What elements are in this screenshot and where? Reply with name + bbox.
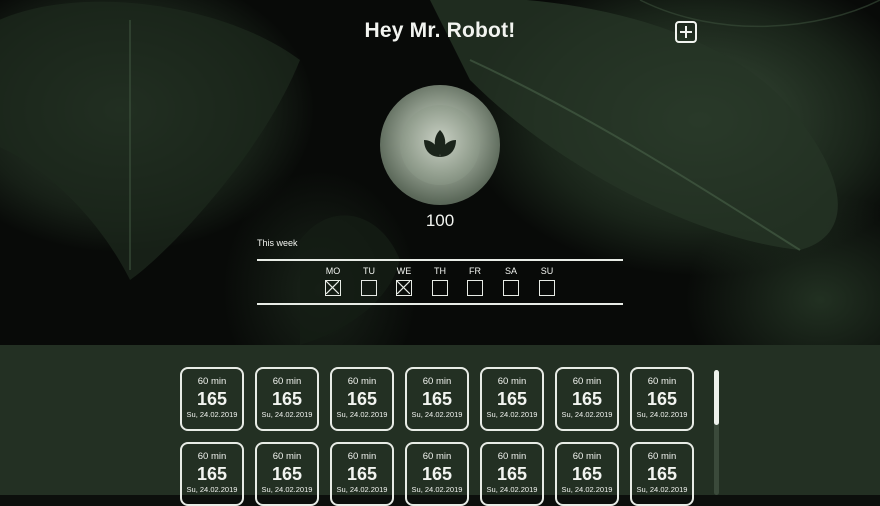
cross-icon	[326, 281, 339, 294]
session-card[interactable]: 60 min 165 Su, 24.02.2019	[180, 442, 244, 506]
day-checkbox-th[interactable]	[432, 280, 448, 296]
session-value: 165	[271, 464, 303, 484]
session-date: Su, 24.02.2019	[411, 410, 463, 419]
session-date: Su, 24.02.2019	[261, 485, 313, 494]
page-title: Hey Mr. Robot!	[364, 19, 516, 42]
session-value: 165	[346, 464, 378, 484]
plus-icon	[680, 26, 692, 38]
day-checkbox-su[interactable]	[539, 280, 555, 296]
session-card[interactable]: 60 min 165 Su, 24.02.2019	[630, 442, 694, 506]
day-label: FR	[469, 266, 481, 276]
session-duration: 60 min	[497, 451, 527, 462]
session-date: Su, 24.02.2019	[561, 485, 613, 494]
session-value: 165	[496, 389, 528, 409]
day-checkbox-tu[interactable]	[361, 280, 377, 296]
session-date: Su, 24.02.2019	[261, 410, 313, 419]
session-duration: 60 min	[347, 376, 377, 387]
day-label: MO	[325, 266, 341, 276]
day-checkbox-mo[interactable]	[325, 280, 341, 296]
session-card[interactable]: 60 min 165 Su, 24.02.2019	[555, 367, 619, 431]
session-card[interactable]: 60 min 165 Su, 24.02.2019	[330, 367, 394, 431]
session-duration: 60 min	[572, 376, 602, 387]
session-date: Su, 24.02.2019	[336, 485, 388, 494]
day-we: WE	[394, 266, 414, 296]
add-button[interactable]	[675, 21, 697, 43]
day-label: SA	[504, 266, 517, 276]
session-card[interactable]: 60 min 165 Su, 24.02.2019	[405, 442, 469, 506]
session-value: 165	[196, 389, 228, 409]
day-sa: SA	[501, 266, 521, 296]
day-label: SU	[540, 266, 554, 276]
week-tracker: MO TU WE TH FR SA SU	[257, 259, 623, 305]
session-value: 165	[271, 389, 303, 409]
day-label: WE	[396, 266, 412, 276]
day-mo: MO	[323, 266, 343, 296]
session-card[interactable]: 60 min 165 Su, 24.02.2019	[630, 367, 694, 431]
session-duration: 60 min	[272, 451, 302, 462]
session-date: Su, 24.02.2019	[561, 410, 613, 419]
hero-section: Hey Mr. Robot! 100 This week MO TU WE TH…	[0, 0, 880, 345]
session-date: Su, 24.02.2019	[636, 410, 688, 419]
week-label: This week	[257, 238, 298, 248]
session-duration: 60 min	[197, 376, 227, 387]
day-checkbox-sa[interactable]	[503, 280, 519, 296]
session-date: Su, 24.02.2019	[336, 410, 388, 419]
session-value: 165	[646, 464, 678, 484]
scrollbar-thumb[interactable]	[714, 370, 719, 425]
session-value: 165	[346, 389, 378, 409]
day-checkbox-fr[interactable]	[467, 280, 483, 296]
day-th: TH	[430, 266, 450, 296]
session-card[interactable]: 60 min 165 Su, 24.02.2019	[255, 442, 319, 506]
session-card[interactable]: 60 min 165 Su, 24.02.2019	[405, 367, 469, 431]
session-card[interactable]: 60 min 165 Su, 24.02.2019	[180, 367, 244, 431]
session-duration: 60 min	[497, 376, 527, 387]
session-card[interactable]: 60 min 165 Su, 24.02.2019	[480, 442, 544, 506]
session-value: 165	[196, 464, 228, 484]
session-duration: 60 min	[572, 451, 602, 462]
day-checkbox-we[interactable]	[396, 280, 412, 296]
session-value: 165	[421, 389, 453, 409]
session-duration: 60 min	[647, 376, 677, 387]
session-card[interactable]: 60 min 165 Su, 24.02.2019	[480, 367, 544, 431]
session-value: 165	[571, 389, 603, 409]
session-value: 165	[646, 389, 678, 409]
session-value: 165	[496, 464, 528, 484]
session-date: Su, 24.02.2019	[411, 485, 463, 494]
session-date: Su, 24.02.2019	[636, 485, 688, 494]
session-duration: 60 min	[272, 376, 302, 387]
day-su: SU	[537, 266, 557, 296]
session-value: 165	[571, 464, 603, 484]
session-card[interactable]: 60 min 165 Su, 24.02.2019	[555, 442, 619, 506]
session-duration: 60 min	[197, 451, 227, 462]
session-date: Su, 24.02.2019	[186, 410, 238, 419]
session-duration: 60 min	[347, 451, 377, 462]
day-label: TH	[434, 266, 446, 276]
avatar[interactable]	[380, 85, 500, 205]
session-duration: 60 min	[422, 451, 452, 462]
session-date: Su, 24.02.2019	[486, 410, 538, 419]
session-date: Su, 24.02.2019	[186, 485, 238, 494]
session-date: Su, 24.02.2019	[486, 485, 538, 494]
session-card[interactable]: 60 min 165 Su, 24.02.2019	[255, 367, 319, 431]
day-label: TU	[363, 266, 375, 276]
cross-icon	[397, 281, 410, 294]
session-duration: 60 min	[647, 451, 677, 462]
session-duration: 60 min	[422, 376, 452, 387]
day-tu: TU	[359, 266, 379, 296]
session-value: 165	[421, 464, 453, 484]
day-fr: FR	[465, 266, 485, 296]
lotus-icon	[424, 130, 456, 157]
score-value: 100	[425, 211, 455, 230]
session-card[interactable]: 60 min 165 Su, 24.02.2019	[330, 442, 394, 506]
